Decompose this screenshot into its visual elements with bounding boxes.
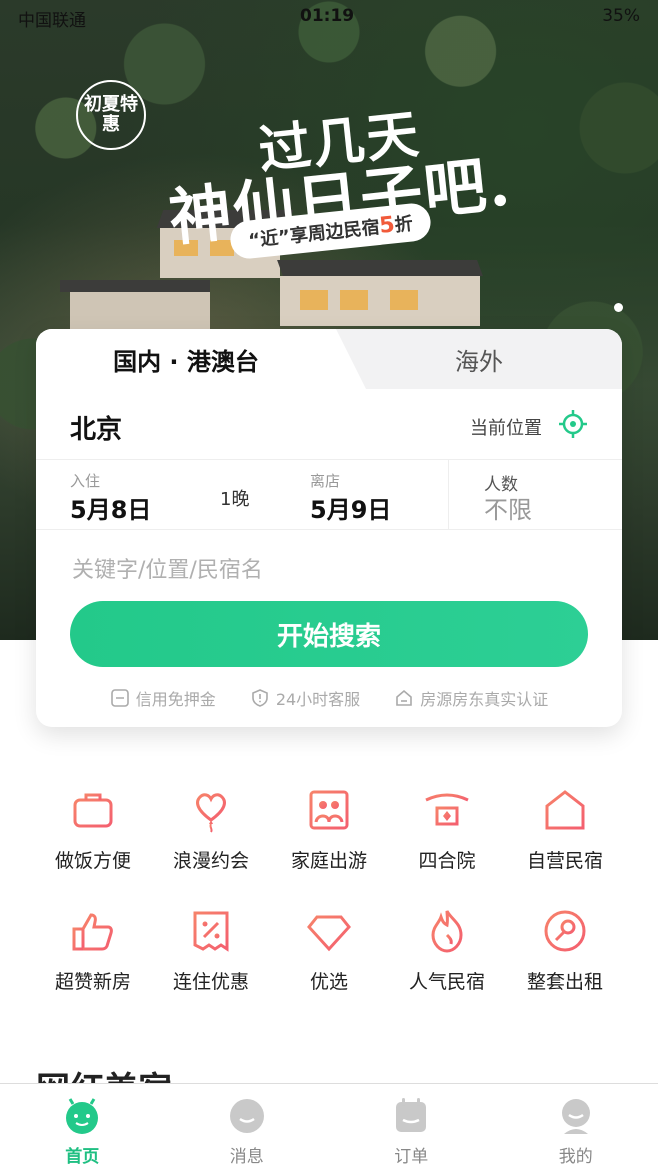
checkin-label: 入住 (70, 470, 100, 491)
guests-selector[interactable]: 不限 (484, 490, 532, 525)
heart-balloon-icon (187, 786, 235, 834)
category-whole-rental[interactable]: 整套出租 (506, 907, 624, 994)
tab-overseas-label: 海外 (455, 342, 503, 377)
bottom-tab-bar: 首页 消息 订单 我的 (0, 1083, 658, 1171)
promo-badge: 初夏特惠 (76, 80, 146, 150)
clock: 01:19 (300, 6, 354, 26)
category-label: 自营民宿 (527, 846, 603, 873)
category-grid: 做饭方便 浪漫约会 家庭出游 四合院 自营民宿 超赞新房 连住优惠 优选 人气民… (34, 786, 624, 994)
tab-messages-label: 消息 (230, 1142, 264, 1167)
checkout-label: 离店 (310, 470, 340, 491)
guarantee-verified: 房源房东真实认证 (394, 685, 548, 711)
divider (448, 460, 449, 529)
discount-ticket-icon (187, 907, 235, 955)
shield-icon (250, 688, 270, 708)
tab-domestic[interactable]: 国内 · 港澳台 (36, 329, 336, 389)
category-family[interactable]: 家庭出游 (270, 786, 388, 873)
home-mascot-icon (62, 1096, 102, 1136)
guarantee-deposit: 信用免押金 (110, 685, 216, 711)
guarantees-row: 信用免押金 24小时客服 房源房东真实认证 (36, 685, 622, 711)
tab-messages[interactable]: 消息 (165, 1084, 330, 1171)
profile-icon (556, 1096, 596, 1136)
checkout-date[interactable]: 5月9日 (310, 490, 391, 525)
guarantee-service: 24小时客服 (250, 685, 360, 711)
category-label: 优选 (310, 967, 348, 994)
category-label: 人气民宿 (409, 967, 485, 994)
category-label: 浪漫约会 (173, 846, 249, 873)
tab-profile-label: 我的 (559, 1142, 593, 1167)
diamond-icon (305, 907, 353, 955)
city-selector[interactable]: 北京 (70, 409, 122, 446)
current-location-label[interactable]: 当前位置 (470, 414, 542, 440)
date-row: 入住 5月8日 1晚 离店 5月9日 人数 不限 (36, 460, 622, 530)
category-self-run[interactable]: 自营民宿 (506, 786, 624, 873)
battery-label: 35% (602, 6, 640, 26)
tab-orders-label: 订单 (394, 1142, 428, 1167)
category-label: 超赞新房 (55, 967, 131, 994)
category-label: 做饭方便 (55, 846, 131, 873)
category-cooking[interactable]: 做饭方便 (34, 786, 152, 873)
city-row[interactable]: 北京 当前位置 (36, 389, 622, 460)
tab-overseas[interactable]: 海外 (336, 329, 622, 389)
credit-card-icon (110, 688, 130, 708)
tab-profile[interactable]: 我的 (494, 1084, 658, 1171)
thumbs-up-icon (69, 907, 117, 955)
category-popular[interactable]: 人气民宿 (388, 907, 506, 994)
category-label: 四合院 (418, 846, 475, 873)
house-t-icon (541, 786, 589, 834)
promo-suffix: 折 (394, 213, 414, 236)
key-icon (541, 907, 589, 955)
family-picture-icon (305, 786, 353, 834)
flame-icon (423, 907, 471, 955)
guarantee-verified-label: 房源房东真实认证 (420, 686, 548, 710)
carrier-label: 中国联通 (18, 6, 86, 31)
status-bar: 中国联通 01:19 35% (0, 0, 658, 34)
tab-domestic-label: 国内 · 港澳台 (113, 342, 259, 377)
guarantee-service-label: 24小时客服 (276, 686, 360, 710)
checkin-date[interactable]: 5月8日 (70, 490, 151, 525)
search-card: 海外 国内 · 港澳台 北京 当前位置 入住 5月8日 1晚 离店 5月9日 人… (36, 329, 622, 727)
promo-prefix: “近”享周边民宿 (248, 217, 381, 252)
message-bubble-icon (227, 1096, 267, 1136)
locate-icon[interactable] (558, 409, 588, 439)
category-romantic[interactable]: 浪漫约会 (152, 786, 270, 873)
carousel-dot (614, 303, 623, 312)
category-label: 家庭出游 (291, 846, 367, 873)
cooking-pot-icon (69, 786, 117, 834)
keyword-search-input[interactable] (70, 551, 594, 589)
category-courtyard[interactable]: 四合院 (388, 786, 506, 873)
tab-home-label: 首页 (65, 1142, 99, 1167)
category-label: 整套出租 (527, 967, 603, 994)
category-long-stay[interactable]: 连住优惠 (152, 907, 270, 994)
house-verified-icon (394, 688, 414, 708)
guarantee-deposit-label: 信用免押金 (136, 686, 216, 710)
courtyard-gate-icon (423, 786, 471, 834)
category-selected[interactable]: 优选 (270, 907, 388, 994)
region-tabs: 海外 国内 · 港澳台 (36, 329, 622, 389)
start-search-button[interactable]: 开始搜索 (70, 601, 588, 667)
tab-orders[interactable]: 订单 (329, 1084, 494, 1171)
category-label: 连住优惠 (173, 967, 249, 994)
nights-count: 1晚 (220, 485, 249, 511)
tab-home[interactable]: 首页 (0, 1084, 165, 1171)
order-calendar-icon (391, 1096, 431, 1136)
category-new-homes[interactable]: 超赞新房 (34, 907, 152, 994)
